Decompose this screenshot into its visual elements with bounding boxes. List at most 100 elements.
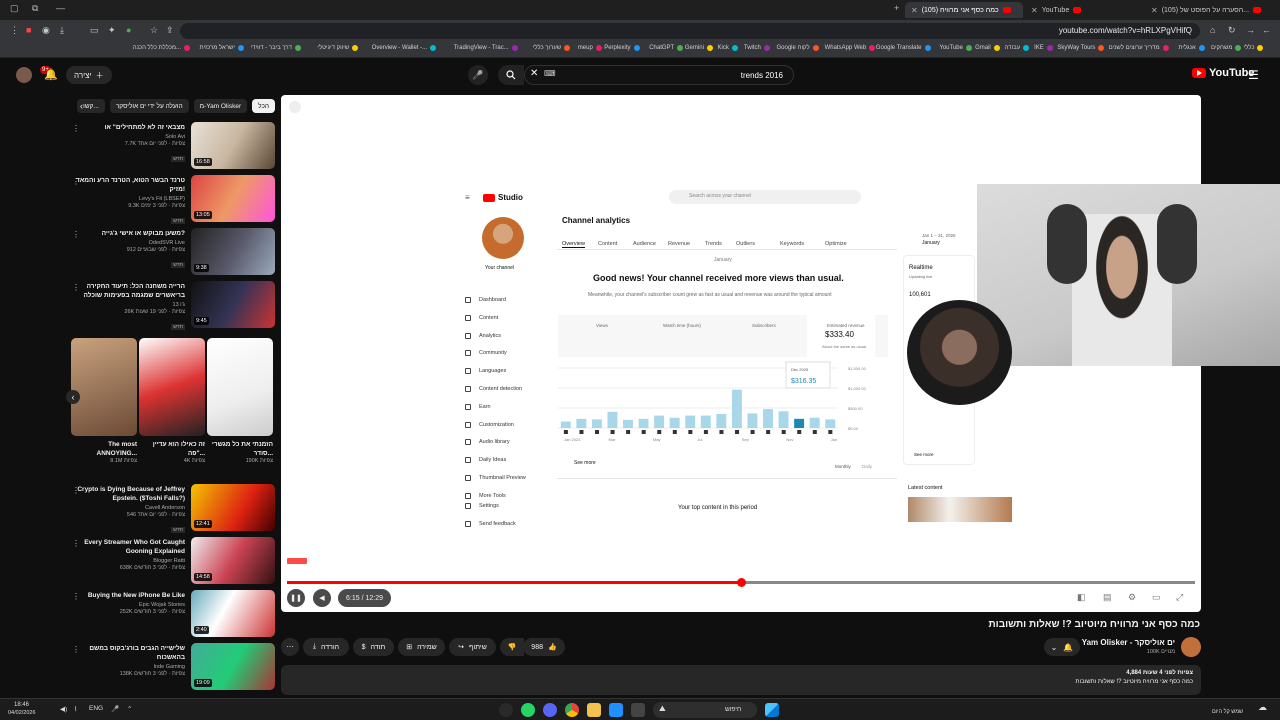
chart-bar[interactable] [700, 415, 711, 428]
autoplay-icon[interactable]: ◧ [1077, 592, 1086, 603]
subtitles-icon[interactable]: ▤ [1103, 592, 1112, 603]
chart-bar[interactable] [576, 418, 587, 428]
channel-name[interactable]: Blogger Ratti [75, 558, 185, 564]
video-title[interactable]: שלישייה הגבים בורג'בקוס במשם בהאשכוח [75, 644, 185, 662]
bookmark-item[interactable]: SkyWay Tours [1057, 45, 1105, 51]
download-icon[interactable]: ⤓ [60, 25, 64, 36]
more-options-icon[interactable]: ⋮ [72, 283, 80, 292]
save-button[interactable]: ⊞ שמירה [398, 638, 445, 656]
bookmark-item[interactable]: Overview - Wallet -... [372, 45, 437, 51]
chip-uploaded-by[interactable]: הועלה על ידי ים אוליסקר [109, 99, 189, 113]
bookmark-item[interactable]: TradingView - Trac... [454, 45, 518, 51]
app-icon[interactable] [499, 703, 513, 717]
more-options-icon[interactable]: ⋮ [72, 124, 80, 133]
settings-gear-icon[interactable]: ⚙ [1128, 592, 1136, 603]
metric-views[interactable]: Views [596, 323, 608, 328]
chart-bar[interactable] [560, 421, 571, 428]
close-tab-icon[interactable]: ✕ [1151, 6, 1158, 15]
date-month[interactable]: January [922, 240, 940, 246]
video-thumbnail[interactable]: 14:58 [191, 537, 275, 584]
channel-name[interactable]: Levy's Fit (LBSEP) [75, 196, 185, 202]
menu-dots-icon[interactable]: ⋮ [10, 25, 19, 36]
thanks-button[interactable]: $ תודה [353, 638, 394, 656]
close-window-icon[interactable]: — [56, 3, 65, 13]
video-title[interactable]: Every Streamer Who Got Caught Gooning Ex… [75, 538, 185, 556]
short-title[interactable]: זה כאילו הוא עדיין פה"... [135, 440, 205, 458]
bookmark-item[interactable]: Gemini [685, 45, 713, 51]
progress-scrubber[interactable] [737, 578, 746, 587]
bookmark-item[interactable]: ChatGPT [649, 45, 684, 51]
notifications-bell-icon[interactable]: 🔔 [44, 68, 58, 81]
bookmark-item[interactable]: YouTube [939, 45, 972, 51]
short-thumbnail[interactable] [207, 338, 273, 436]
subscribed-bell-button[interactable]: ⌄ 🔔 [1044, 638, 1080, 656]
chart-bar[interactable] [685, 415, 696, 428]
bookmark-item[interactable]: WhatsApp Web [825, 45, 876, 51]
chart-bar[interactable] [638, 418, 649, 428]
more-options-icon[interactable]: ⋮ [72, 539, 80, 548]
create-button[interactable]: יצירה ＋ [66, 66, 112, 84]
browser-tab-active[interactable]: ✕ (105) כמה כסף אני מרוויח [905, 2, 1023, 18]
theater-mode-icon[interactable]: ▭ [1152, 592, 1161, 603]
hamburger-menu-icon[interactable]: ☰ [1248, 68, 1259, 82]
channel-avatar[interactable] [1181, 637, 1201, 657]
chart-bar[interactable] [669, 417, 680, 428]
chrome-icon[interactable] [565, 703, 579, 717]
chips-prev-icon[interactable]: ‹ [80, 101, 83, 111]
video-thumbnail[interactable]: 13:05 [191, 175, 275, 222]
wifi-tray-icon[interactable]: ⌇ [74, 705, 77, 713]
discord-icon[interactable] [543, 703, 557, 717]
bookmark-item[interactable]: כללי [1244, 45, 1264, 51]
keyboard-icon[interactable]: ⌨ [544, 69, 556, 78]
store-icon[interactable] [609, 703, 623, 717]
bookmark-item[interactable]: מדריך ערוצים לשנים [1109, 45, 1169, 51]
youtube-logo[interactable]: YouTube [1192, 67, 1254, 79]
sidepanel-icon[interactable]: ▭ [90, 25, 99, 36]
channel-name[interactable]: Inde Gaming [75, 664, 186, 670]
close-tab-icon[interactable]: ✕ [911, 6, 918, 15]
short-thumbnail[interactable] [71, 338, 137, 436]
bookmark-item[interactable]: Gmail [975, 45, 1000, 51]
realtime-see-more[interactable]: See more [914, 452, 934, 457]
like-button[interactable]: 988 👍 [523, 638, 565, 656]
short-title[interactable]: הזמנתי את כל מגשרי סודר... [203, 440, 273, 458]
close-tab-icon[interactable]: ✕ [1031, 6, 1038, 15]
bookmark-item[interactable]: meup [578, 45, 602, 51]
search-input[interactable]: trends 2016 [524, 65, 794, 85]
volume-tray-icon[interactable]: ◀) [60, 705, 67, 713]
clock-time[interactable]: 18:46 [14, 702, 29, 708]
bookmark-item[interactable]: משחקים [1211, 45, 1242, 51]
chart-bar[interactable] [654, 415, 665, 428]
chip-from-channel[interactable]: מ-Yam Olisker [193, 99, 248, 113]
chart-bar[interactable] [731, 389, 742, 428]
fullscreen-icon[interactable]: ⤢ [1176, 592, 1183, 603]
video-title[interactable]: טרנד הבשר הטוא, הטרנד הרע והמאד מזיק! [75, 176, 185, 194]
profile-icon[interactable]: ◉ [42, 25, 50, 36]
chart-bar[interactable] [607, 411, 618, 428]
video-title[interactable]: Crypto is Dying Because of Jeffrey Epste… [75, 485, 185, 503]
see-more-link[interactable]: See more [574, 460, 596, 466]
video-thumbnail[interactable]: 12:41 [191, 484, 275, 531]
recommended-video[interactable]: 9:38 משען מבוקש או אישי ג'גייה? OdedSVR Li… [70, 228, 275, 276]
reload-icon[interactable]: ↻ [1228, 25, 1236, 36]
metric-subscribers[interactable]: Subscribers [752, 323, 776, 328]
shield-icon[interactable]: ● [126, 25, 131, 35]
clear-search-icon[interactable]: ✕ [530, 68, 538, 79]
tray-expand-icon[interactable]: ⌃ [127, 705, 132, 713]
short-thumbnail[interactable] [139, 338, 205, 436]
search-button[interactable] [498, 65, 524, 85]
channel-name[interactable]: OdedSVR Live [75, 240, 185, 246]
video-thumbnail[interactable]: 9:38 [191, 228, 275, 275]
bookmark-item[interactable]: דרך ביבר - דווידי [251, 45, 301, 51]
more-options-icon[interactable]: ⋮ [72, 177, 80, 186]
browser-tab[interactable]: ✕ YouTube [1025, 2, 1143, 18]
toggle-monthly[interactable]: Monthly [835, 464, 851, 469]
bookmark-item[interactable]: מכללת כלל הכנה... [133, 45, 191, 51]
chart-bar[interactable] [778, 411, 789, 428]
bookmark-item[interactable]: Perplexity [604, 45, 640, 51]
channel-name[interactable]: ג'ו 13 [75, 302, 185, 308]
recommended-video[interactable]: 2:40 Buying the New iPhone Be Like Epic Wo… [70, 590, 275, 638]
more-options-icon[interactable]: ⋮ [72, 486, 80, 495]
progress-bar[interactable] [287, 578, 1195, 587]
video-thumbnail[interactable]: 2:40 [191, 590, 275, 637]
